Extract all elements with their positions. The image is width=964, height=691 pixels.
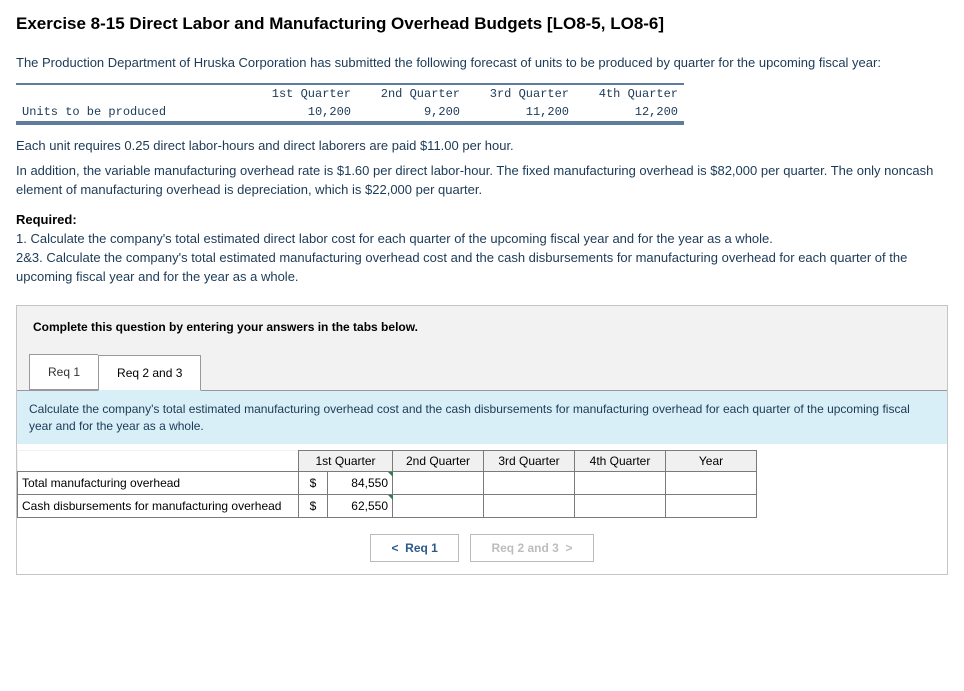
dollar-sign: $ (299, 472, 328, 495)
col-header: 4th Quarter (575, 451, 666, 472)
col-header: 2nd Quarter (393, 451, 484, 472)
nav-buttons: < Req 1 Req 2 and 3 > (17, 518, 947, 574)
col-header: Year (666, 451, 757, 472)
tab-description: Calculate the company's total estimated … (17, 391, 947, 445)
forecast-header: 3rd Quarter (466, 84, 575, 103)
body-paragraph: Each unit requires 0.25 direct labor-hou… (16, 137, 948, 156)
required-item: 2&3. Calculate the company's total estim… (16, 250, 907, 284)
value-cell[interactable] (484, 472, 575, 495)
forecast-row-label: Units to be produced (16, 103, 248, 123)
value-cell[interactable] (575, 472, 666, 495)
page-title: Exercise 8-15 Direct Labor and Manufactu… (16, 14, 948, 34)
prev-label: Req 1 (405, 541, 438, 555)
table-row: Total manufacturing overhead $ 84,550 (18, 472, 757, 495)
required-item: 1. Calculate the company's total estimat… (16, 231, 773, 246)
forecast-value: 9,200 (357, 103, 466, 123)
next-button[interactable]: Req 2 and 3 > (470, 534, 593, 562)
chevron-right-icon: > (566, 541, 573, 555)
forecast-value: 11,200 (466, 103, 575, 123)
instruction: Complete this question by entering your … (17, 306, 947, 354)
col-header: 3rd Quarter (484, 451, 575, 472)
tab-body: Calculate the company's total estimated … (17, 390, 947, 575)
table-row: Cash disbursements for manufacturing ove… (18, 495, 757, 518)
answer-box: Complete this question by entering your … (16, 305, 948, 576)
forecast-value: 10,200 (248, 103, 357, 123)
value-cell[interactable] (484, 495, 575, 518)
value-cell[interactable]: 84,550 (328, 472, 393, 495)
value-cell[interactable] (393, 495, 484, 518)
col-header: 1st Quarter (299, 451, 393, 472)
forecast-header: 4th Quarter (575, 84, 684, 103)
forecast-header: 2nd Quarter (357, 84, 466, 103)
value-cell[interactable]: 62,550 (328, 495, 393, 518)
value-cell[interactable] (575, 495, 666, 518)
value-cell[interactable] (666, 472, 757, 495)
tab-req23[interactable]: Req 2 and 3 (98, 355, 201, 391)
forecast-value: 12,200 (575, 103, 684, 123)
intro-paragraph: The Production Department of Hruska Corp… (16, 54, 948, 73)
forecast-table: 1st Quarter 2nd Quarter 3rd Quarter 4th … (16, 83, 756, 125)
row-label: Cash disbursements for manufacturing ove… (18, 495, 299, 518)
answer-table: 1st Quarter 2nd Quarter 3rd Quarter 4th … (17, 450, 757, 518)
chevron-left-icon: < (391, 541, 398, 555)
prev-button[interactable]: < Req 1 (370, 534, 458, 562)
tabs: Req 1 Req 2 and 3 (29, 354, 947, 390)
value-cell[interactable] (393, 472, 484, 495)
dollar-sign: $ (299, 495, 328, 518)
value-cell[interactable] (666, 495, 757, 518)
required-label: Required: (16, 212, 77, 227)
next-label: Req 2 and 3 (491, 541, 558, 555)
row-label: Total manufacturing overhead (18, 472, 299, 495)
body-paragraph: In addition, the variable manufacturing … (16, 162, 948, 200)
forecast-header: 1st Quarter (248, 84, 357, 103)
tab-req1[interactable]: Req 1 (29, 354, 98, 390)
